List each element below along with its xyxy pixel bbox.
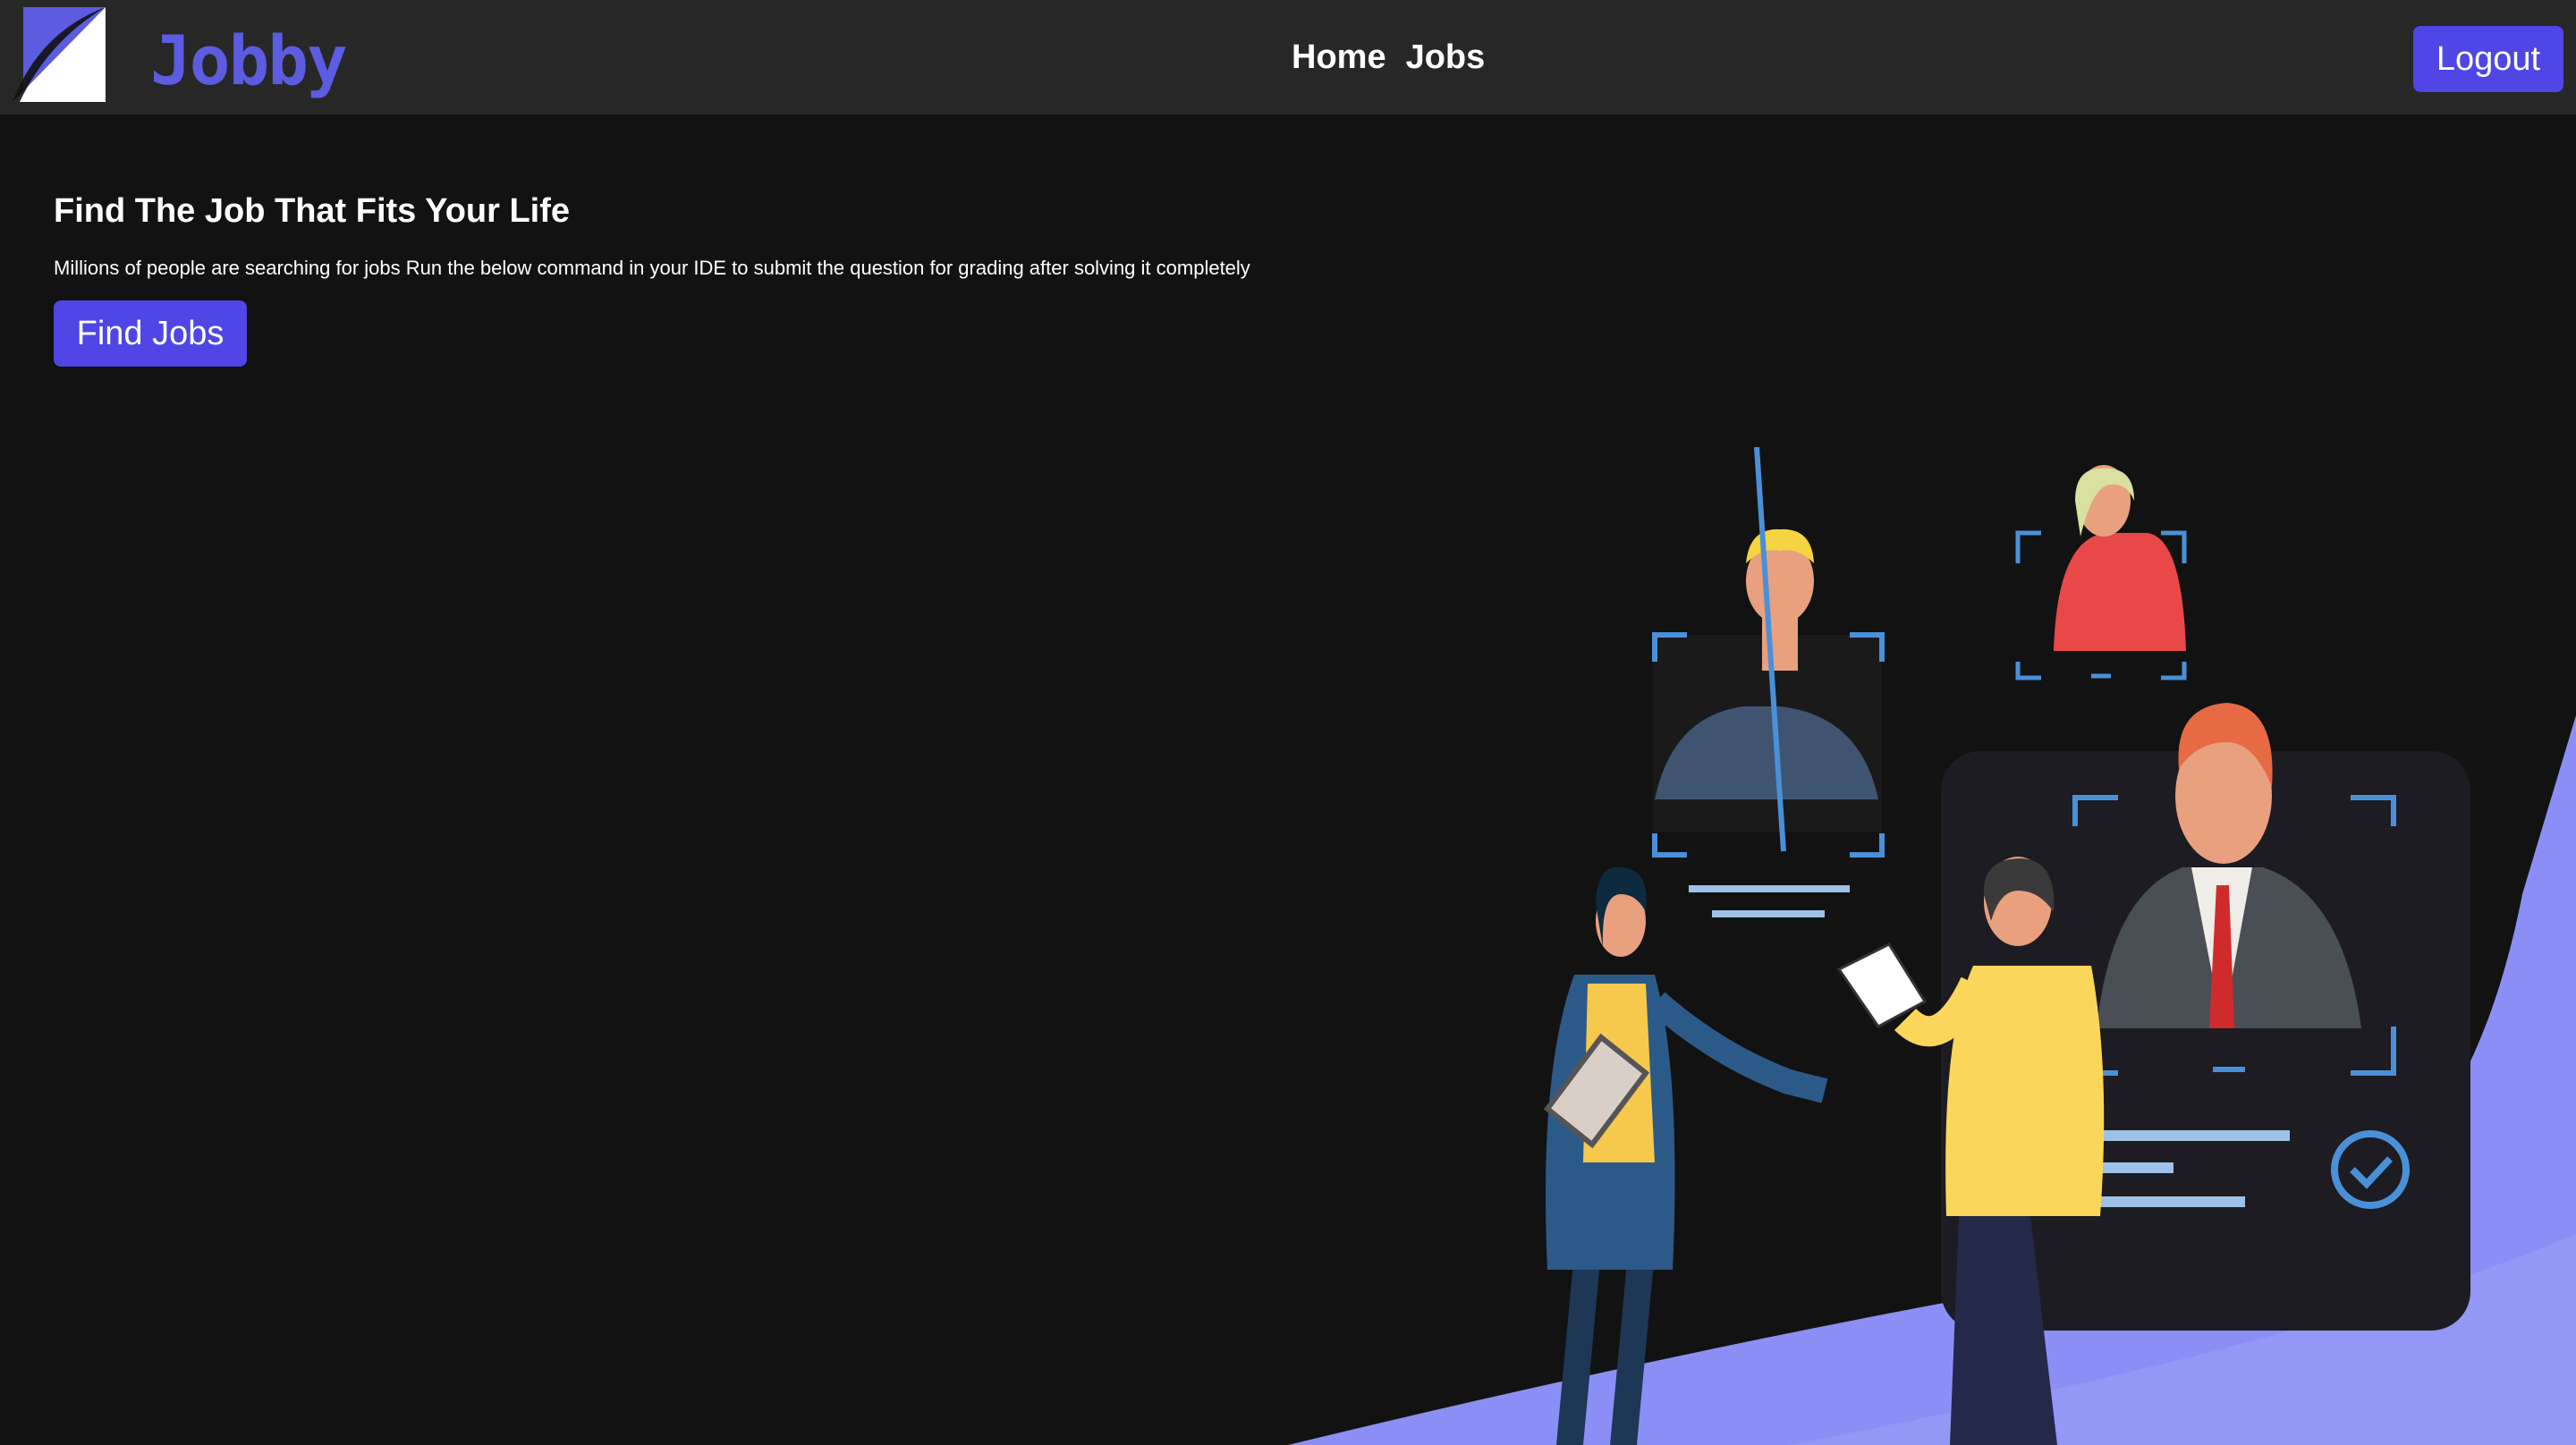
hero-description: Millions of people are searching for job…: [54, 257, 1250, 279]
nav-link-jobs[interactable]: Jobs: [1406, 32, 1486, 82]
brand-name[interactable]: Jobby: [150, 16, 348, 106]
nav-link-home[interactable]: Home: [1292, 32, 1386, 82]
find-jobs-button[interactable]: Find Jobs: [54, 300, 247, 367]
jobby-logo-icon[interactable]: [13, 5, 106, 102]
recruitment-illustration: [1288, 447, 2576, 1445]
nav-links: Home Jobs: [1292, 32, 1485, 82]
navbar: Jobby Home Jobs Logout: [0, 0, 2576, 114]
logout-button[interactable]: Logout: [2413, 26, 2563, 92]
hero-title: Find The Job That Fits Your Life: [54, 192, 571, 230]
